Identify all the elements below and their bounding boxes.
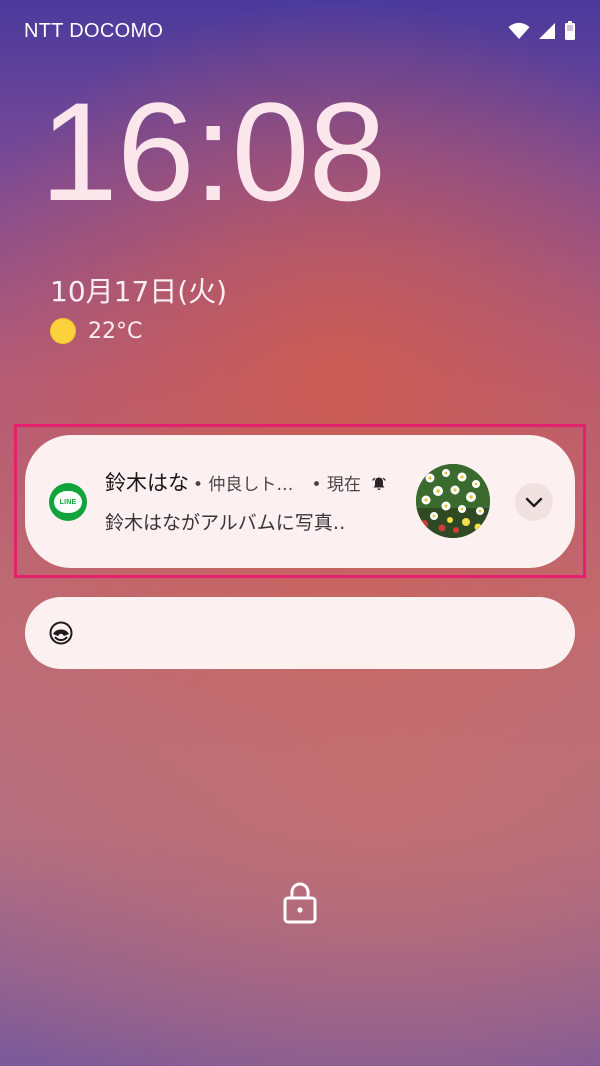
notification-message: 鈴木はながアルバムに写真‥: [105, 512, 346, 534]
carrier-name: NTT DOCOMO: [24, 19, 164, 42]
date-label: 10月17日(火): [50, 275, 228, 308]
line-app-icon: LINE: [49, 483, 87, 521]
sun-icon: [50, 318, 76, 344]
notification-group: • 仲良しト…: [193, 475, 294, 495]
wifi-icon: [508, 22, 530, 39]
lock-icon[interactable]: [283, 880, 317, 924]
battery-icon: [565, 21, 575, 40]
chevron-down-icon: [525, 497, 543, 508]
app-badge-icon: [49, 621, 73, 645]
expand-button[interactable]: [515, 483, 553, 521]
status-icons: [508, 21, 576, 41]
bell-icon: [371, 476, 387, 496]
flower-photo: [416, 464, 490, 538]
notification-sender: 鈴木はな: [105, 471, 189, 495]
line-app-icon-label: LINE: [59, 498, 77, 506]
notification-header: 鈴木はな • 仲良しト… • 現在: [105, 467, 387, 497]
notification-card-2[interactable]: [25, 597, 575, 669]
line-notification-card[interactable]: LINE 鈴木はな • 仲良しト… • 現在 鈴木はながアルバムに写真‥: [25, 435, 575, 568]
temperature: 22°C: [88, 318, 143, 344]
weather[interactable]: 22°C: [50, 318, 142, 344]
cell-signal-icon: [539, 23, 555, 39]
status-bar: NTT DOCOMO: [24, 14, 576, 48]
clock-time: 16:08: [40, 73, 386, 230]
notification-time: • 現在: [311, 475, 361, 495]
